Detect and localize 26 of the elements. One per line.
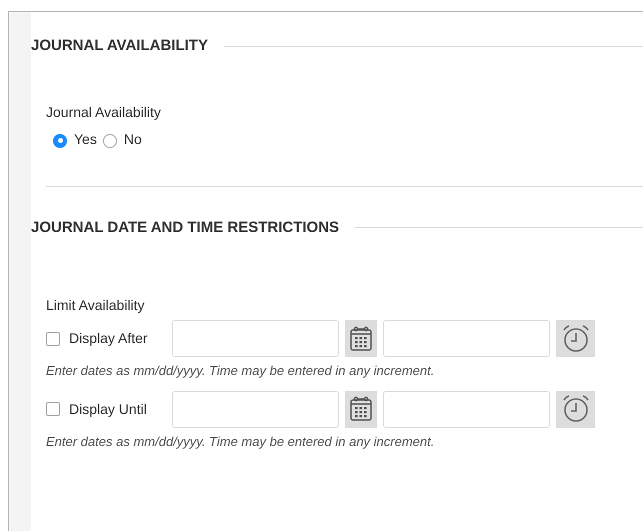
date-picker-button[interactable] [345, 390, 377, 428]
clock-icon [560, 394, 590, 424]
radio-option[interactable]: Yes [53, 128, 97, 150]
checkbox[interactable] [46, 402, 60, 416]
field-label: Limit Availability [46, 296, 146, 315]
radio-icon[interactable] [102, 134, 117, 148]
time-field[interactable] [383, 320, 550, 357]
checkbox-label: Display Until [69, 400, 148, 419]
radio-option[interactable]: No [102, 128, 142, 150]
section-heading: JOURNAL DATE AND TIME RESTRICTIONS [31, 218, 340, 238]
time-picker-button[interactable] [556, 320, 595, 357]
hint-text: Enter dates as mm/dd/yyyy. Time may be entered in any increment. [46, 362, 436, 380]
date-field[interactable] [172, 390, 339, 428]
hint-text: Enter dates as mm/dd/yyyy. Time may be entered in any increment. [46, 432, 436, 451]
date-field[interactable] [172, 320, 339, 357]
clock-icon [560, 324, 590, 354]
section-heading: JOURNAL AVAILABILITY [31, 36, 208, 56]
calendar-icon [349, 396, 373, 422]
time-picker-button[interactable] [556, 390, 595, 428]
date-picker-button[interactable] [345, 320, 377, 357]
calendar-icon [349, 326, 373, 352]
time-field[interactable] [383, 390, 550, 428]
field-label: Journal Availability [46, 102, 162, 122]
checkbox-label: Display After [69, 329, 149, 348]
radio-selected-icon[interactable] [53, 134, 67, 148]
checkbox[interactable] [46, 332, 60, 346]
